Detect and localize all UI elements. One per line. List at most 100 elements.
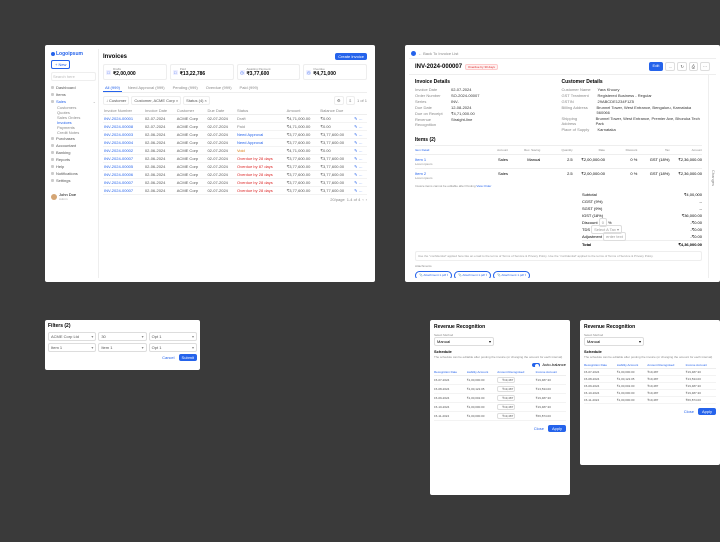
nav-reports[interactable]: Reports: [51, 156, 96, 163]
app-icon: [411, 51, 416, 56]
row-edit-icon[interactable]: ✎ …: [353, 187, 367, 195]
auto-balance-switch[interactable]: [532, 363, 540, 367]
create-invoice-button[interactable]: Create Invoice: [335, 53, 367, 60]
chip-status[interactable]: Status (4) ×: [183, 96, 210, 105]
nav-banking[interactable]: Banking: [51, 149, 96, 156]
table-row[interactable]: INV-2024-0000602-06-2024ACME Corp02-07-2…: [103, 171, 367, 179]
back-link[interactable]: ← Back To Invoice List: [418, 51, 458, 56]
amount-input[interactable]: ₹19,487: [497, 413, 515, 419]
brand-logo: Logoipsum: [51, 51, 96, 57]
method-select[interactable]: Manual▾: [434, 337, 494, 346]
attachment-chip[interactable]: 📎 Attachment 1.pdf ⭳: [415, 271, 452, 278]
next-page[interactable]: ›: [366, 197, 367, 202]
total-input[interactable]: enter text: [603, 232, 626, 241]
rev-close[interactable]: Close: [532, 425, 546, 432]
filter-select[interactable]: ACME Corp Ltd▾: [48, 332, 96, 341]
table-row[interactable]: INV-2024-0000702-06-2024ACME Corp02-07-2…: [103, 179, 367, 187]
row-edit-icon[interactable]: ✎ …: [353, 155, 367, 163]
rev-apply-ro[interactable]: Apply: [698, 408, 716, 415]
row-edit-icon[interactable]: ✎ …: [353, 171, 367, 179]
print-button[interactable]: ⎙: [689, 62, 698, 71]
row-edit-icon[interactable]: ✎ …: [353, 163, 367, 171]
user-menu[interactable]: John DoeAdmin: [51, 192, 96, 201]
user-role: Admin: [59, 197, 76, 201]
stat-overdue: ◷Overdue₹4,71,000: [303, 64, 367, 80]
view-order-link[interactable]: View Order: [476, 184, 491, 188]
rev-close-ro[interactable]: Close: [682, 408, 696, 415]
table-row[interactable]: INV-2024-0000102-07-2024ACME Corp02-07-2…: [103, 115, 367, 123]
filters-submit[interactable]: Submit: [179, 354, 197, 361]
rev-apply[interactable]: Apply: [548, 425, 566, 432]
export-button[interactable]: ⇩: [346, 96, 355, 105]
page-title: Invoices: [103, 54, 127, 60]
tab[interactable]: All (999): [103, 84, 122, 92]
tab[interactable]: Pending (999): [171, 84, 200, 92]
prev-page[interactable]: ‹: [362, 197, 363, 202]
chip-customer[interactable]: Customer, ACME Corp ×: [131, 96, 181, 105]
tab[interactable]: Overdue (999): [204, 84, 234, 92]
amount-input[interactable]: ₹19,487: [497, 377, 515, 383]
nav-purchases[interactable]: Purchases: [51, 135, 96, 142]
filters-cancel[interactable]: Cancel: [160, 354, 176, 361]
refresh-button[interactable]: ↻: [677, 62, 686, 71]
table-row[interactable]: INV-2024-0000702-06-2024ACME Corp02-07-2…: [103, 187, 367, 195]
col-header[interactable]: [353, 107, 367, 115]
row-edit-icon[interactable]: ✎ …: [353, 147, 367, 155]
nav-items[interactable]: Items: [51, 91, 96, 98]
nav-settings[interactable]: Settings: [51, 177, 96, 184]
row-edit-icon[interactable]: ✎ …: [353, 179, 367, 187]
attachment-chip[interactable]: 📎 Attachment 1.pdf ⭳: [493, 271, 530, 278]
kv-row: Order NumberSO-2024-00007: [415, 93, 556, 98]
total-line: TDS Select A Tax ▾-₹0.00: [582, 226, 702, 233]
nav-help[interactable]: Help: [51, 163, 96, 170]
overflow-button[interactable]: ⋯: [700, 62, 710, 71]
table-row[interactable]: INV-2024-0000402-06-2024ACME Corp02-07-2…: [103, 139, 367, 147]
col-header[interactable]: Customer: [176, 107, 207, 115]
nav-sales[interactable]: Sales⌄: [51, 98, 96, 105]
col-header[interactable]: Status: [236, 107, 286, 115]
filter-select[interactable]: Opt 1▾: [149, 332, 197, 341]
method-select-ro[interactable]: Manual▾: [584, 337, 644, 346]
table-row[interactable]: INV-2024-0000502-06-2024ACME Corp02-07-2…: [103, 163, 367, 171]
more-1[interactable]: …: [665, 62, 675, 71]
col-header[interactable]: Invoice Date: [144, 107, 176, 115]
row-edit-icon[interactable]: ✎ …: [353, 123, 367, 131]
items-heading: Items (2): [415, 137, 702, 143]
attachment-chip[interactable]: 📎 Attachment 1.pdf ⭳: [454, 271, 491, 278]
filter-customer[interactable]: ↓ Customer: [103, 96, 129, 105]
amount-input[interactable]: ₹19,487: [497, 386, 515, 392]
filter-select[interactable]: 30▾: [98, 332, 146, 341]
schedule-label: Schedule: [434, 349, 566, 354]
nav-dashboard[interactable]: Dashboard: [51, 84, 96, 91]
tab[interactable]: Need Approval (999): [126, 84, 167, 92]
col-header[interactable]: Due Date: [206, 107, 236, 115]
edit-button[interactable]: Edit: [649, 62, 664, 71]
table-row[interactable]: INV-2024-0000802-07-2024ACME Corp02-07-2…: [103, 123, 367, 131]
customer-details-heading: Customer Details: [562, 79, 703, 85]
new-button[interactable]: + New: [51, 60, 70, 69]
row-edit-icon[interactable]: ✎ …: [353, 115, 367, 123]
filter-button[interactable]: ⚙: [334, 96, 344, 105]
attach-label: Attachments: [415, 264, 530, 268]
amount-input[interactable]: ₹19,487: [497, 395, 515, 401]
filter-select[interactable]: Opt 1▾: [149, 343, 197, 352]
tab[interactable]: Paid (999): [238, 84, 260, 92]
kv-row: Shipping AddressBrunnel Tower, West Entr…: [562, 116, 703, 126]
row-edit-icon[interactable]: ✎ …: [353, 131, 367, 139]
filter-select[interactable]: Item 1▾: [48, 343, 96, 352]
col-header[interactable]: Balance Due: [319, 107, 353, 115]
search-input[interactable]: Search here: [51, 72, 96, 81]
filter-select[interactable]: Item 1▾: [98, 343, 146, 352]
amount-input[interactable]: ₹19,487: [497, 404, 515, 410]
page-size[interactable]: 20/page: [330, 197, 344, 202]
nav-accountant[interactable]: Accountant: [51, 142, 96, 149]
nav-notifications[interactable]: Notifications: [51, 170, 96, 177]
item-row: Item 1Lorem ipsumSalesManual2.5₹2,00,000…: [415, 154, 702, 168]
changes-tab[interactable]: Changes: [708, 75, 716, 278]
col-header[interactable]: Amount: [286, 107, 320, 115]
table-row[interactable]: INV-2024-0000302-06-2024ACME Corp02-07-2…: [103, 131, 367, 139]
table-row[interactable]: INV-2024-0000702-06-2024ACME Corp02-07-2…: [103, 155, 367, 163]
table-row[interactable]: INV-2024-0000202-06-2024ACME Corp02-07-2…: [103, 147, 367, 155]
row-edit-icon[interactable]: ✎ …: [353, 139, 367, 147]
col-header[interactable]: Invoice Number: [103, 107, 144, 115]
